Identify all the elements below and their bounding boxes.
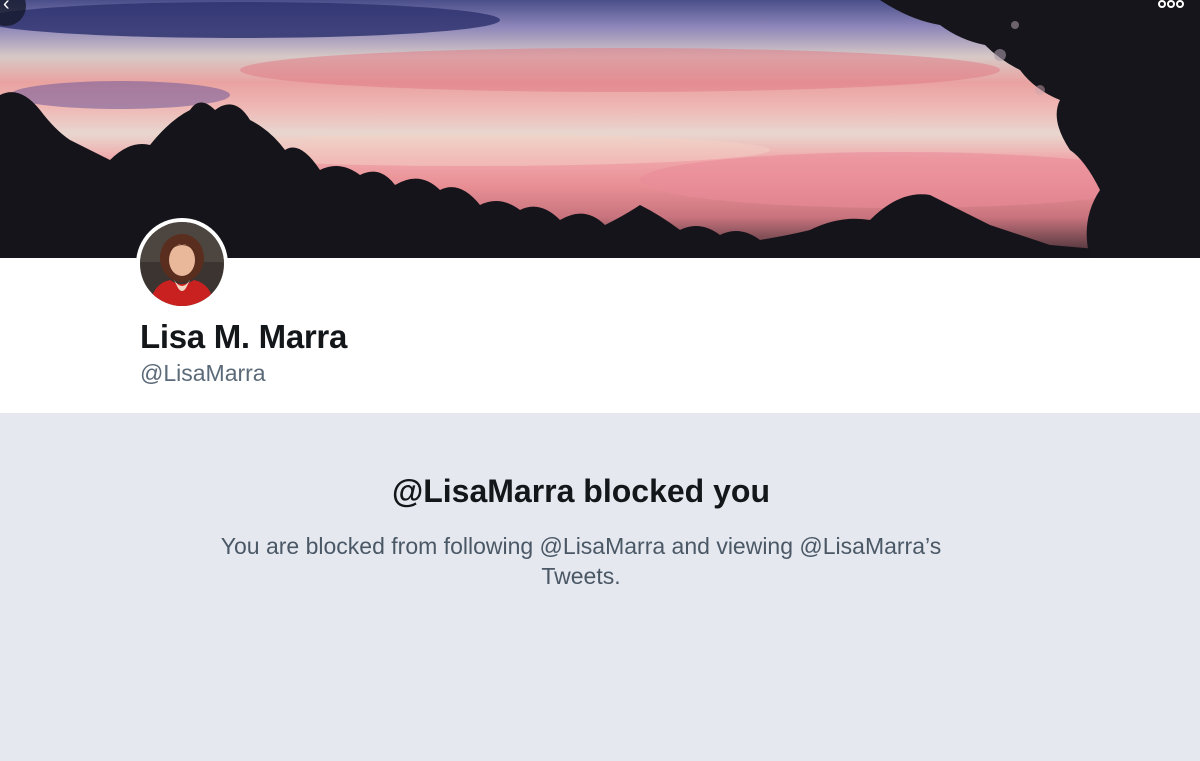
more-horizontal-icon xyxy=(1158,0,1184,8)
profile-page: ‹ Lisa M. Marra @LisaMarra @LisaMarra bl… xyxy=(0,0,1200,761)
profile-photo xyxy=(140,222,224,306)
avatar[interactable] xyxy=(136,218,228,310)
blocked-title: @LisaMarra blocked you xyxy=(392,473,770,509)
blocked-notice: @LisaMarra blocked you You are blocked f… xyxy=(0,413,1200,761)
more-options-button[interactable] xyxy=(1156,0,1186,12)
display-name: Lisa M. Marra xyxy=(140,318,348,355)
user-handle: @LisaMarra xyxy=(140,360,266,386)
blocked-description: You are blocked from following @LisaMarr… xyxy=(220,533,942,589)
chevron-left-icon: ‹ xyxy=(3,0,10,15)
